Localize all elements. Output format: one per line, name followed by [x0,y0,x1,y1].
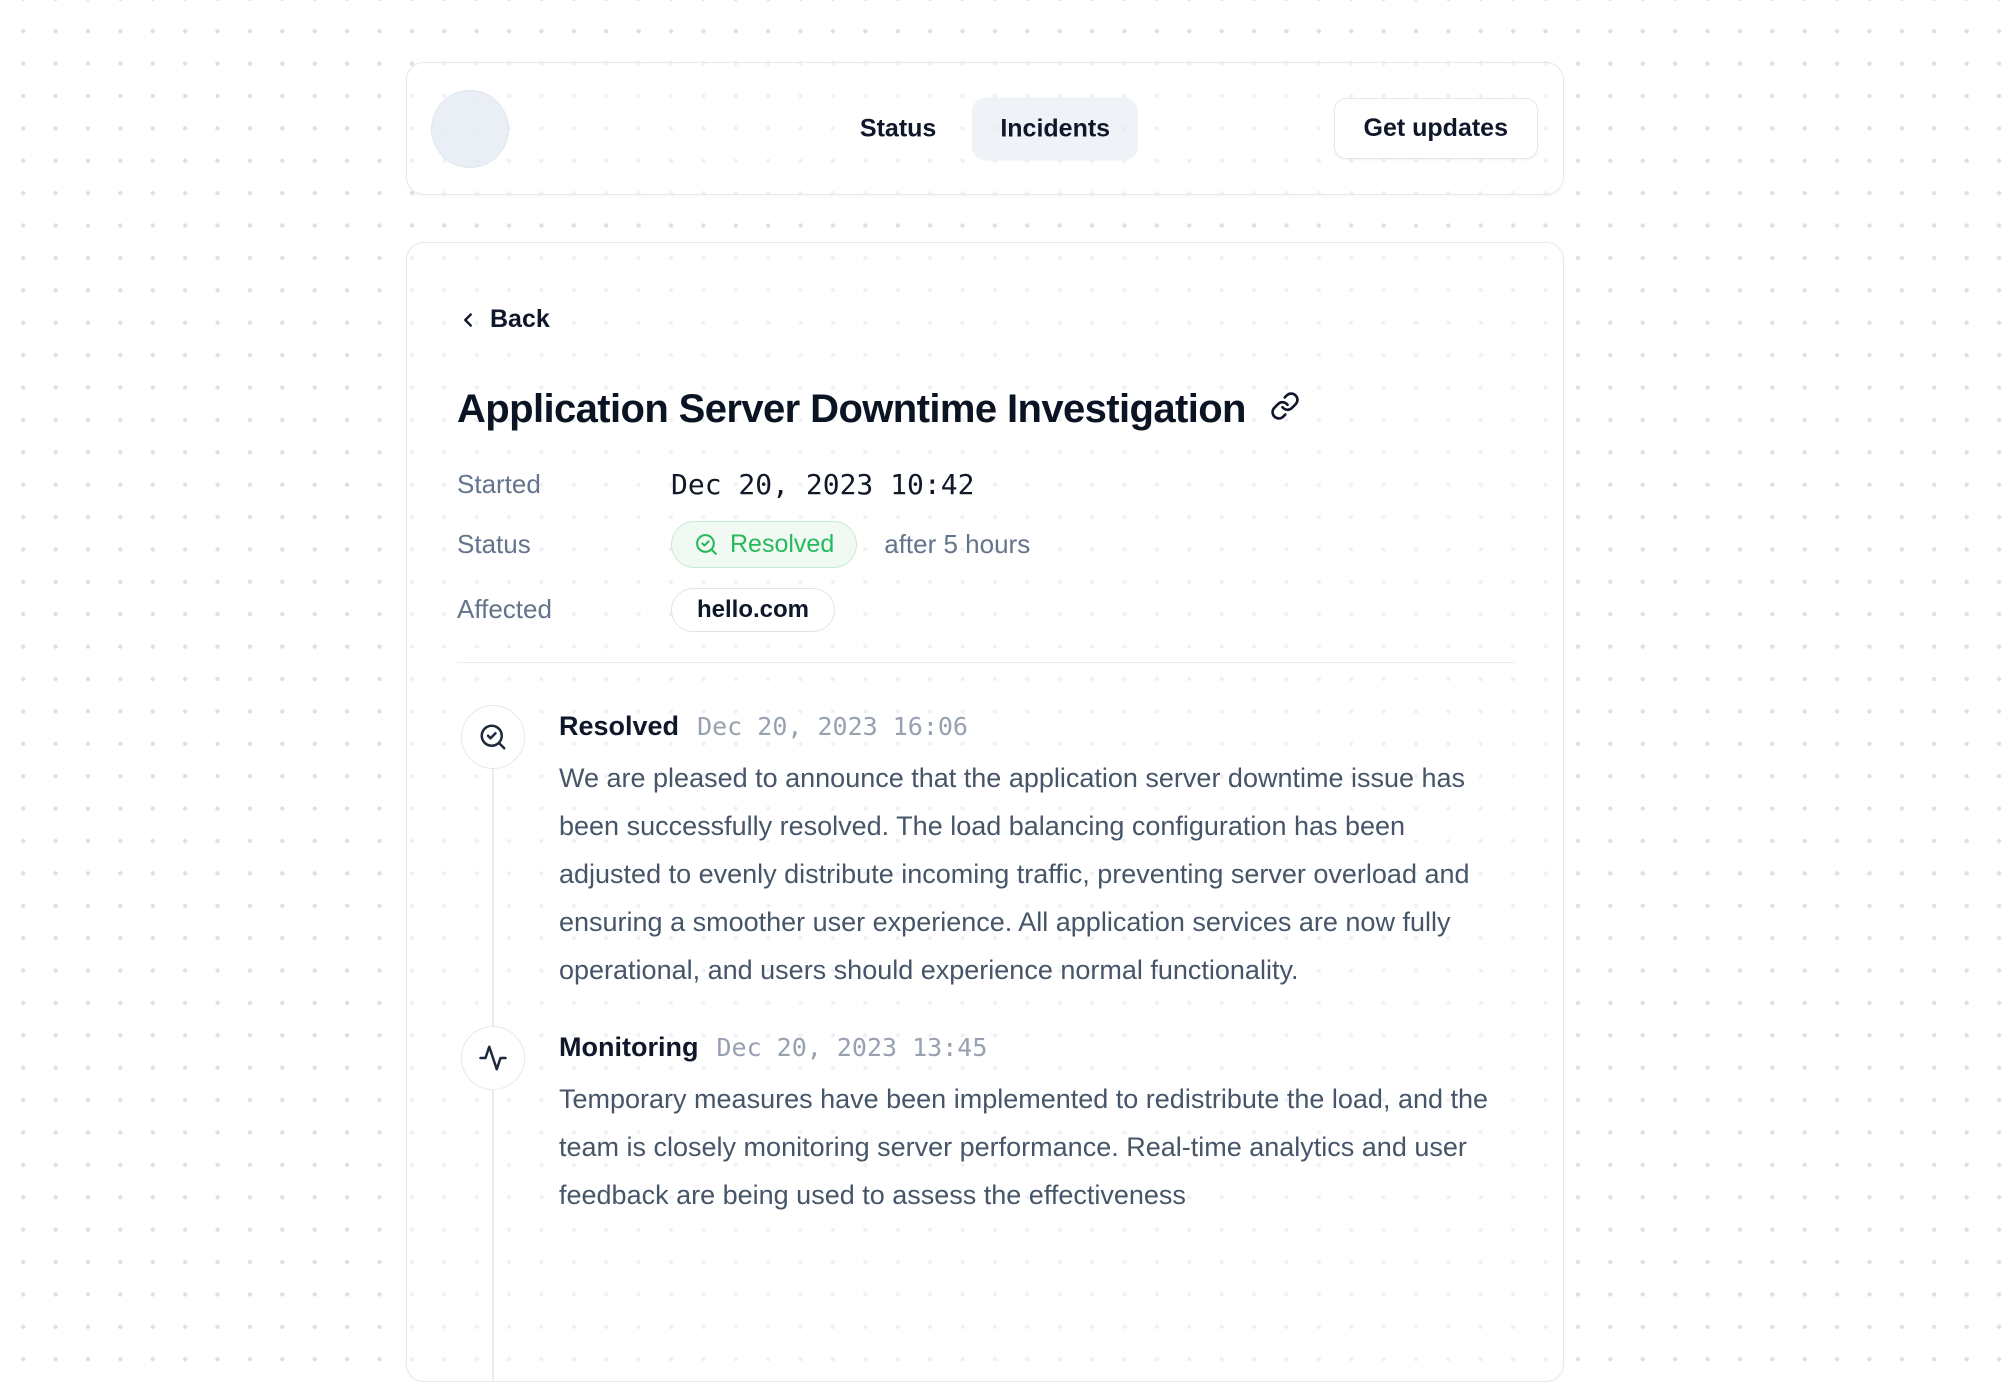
timeline-entry-content: Resolved Dec 20, 2023 16:06 We are pleas… [559,709,1514,994]
status-row: Resolved after 5 hours [671,521,1515,568]
search-check-icon [694,532,719,557]
timeline-entry-content: Monitoring Dec 20, 2023 13:45 Temporary … [559,1030,1514,1219]
entry-timestamp: Dec 20, 2023 13:45 [716,1031,987,1065]
tab-status[interactable]: Status [832,97,964,160]
entry-message: Temporary measures have been implemented… [559,1075,1514,1219]
top-nav-card: Status Incidents Get updates [406,62,1564,195]
nav-tabs: Status Incidents [832,97,1138,160]
status-duration: after 5 hours [884,529,1030,560]
started-label: Started [457,469,671,500]
incident-meta: Started Dec 20, 2023 10:42 Status Resolv… [457,468,1515,632]
incident-timeline: Resolved Dec 20, 2023 16:06 We are pleas… [457,705,1515,1219]
tab-incidents[interactable]: Incidents [972,97,1138,160]
title-row: Application Server Downtime Investigatio… [457,386,1515,432]
entry-message: We are pleased to announce that the appl… [559,754,1514,994]
affected-row: hello.com [671,588,1515,632]
page-column: Status Incidents Get updates Back Applic… [406,62,1564,1382]
search-check-icon [461,705,525,769]
started-value: Dec 20, 2023 10:42 [671,468,1515,501]
entry-status: Resolved [559,709,679,743]
divider [457,662,1515,663]
link-icon[interactable] [1270,391,1300,426]
back-link[interactable]: Back [457,305,550,334]
affected-label: Affected [457,594,671,625]
entry-status: Monitoring [559,1030,698,1064]
affected-chip[interactable]: hello.com [671,588,835,632]
timeline-entry: Monitoring Dec 20, 2023 13:45 Temporary … [457,1026,1515,1219]
timeline-entry: Resolved Dec 20, 2023 16:06 We are pleas… [457,705,1515,994]
incident-card: Back Application Server Downtime Investi… [406,242,1564,1382]
status-badge: Resolved [671,521,857,568]
brand-avatar [431,90,509,168]
status-label: Status [457,529,671,560]
chevron-left-icon [457,309,479,331]
get-updates-button[interactable]: Get updates [1334,98,1538,159]
status-badge-label: Resolved [730,530,834,559]
back-label: Back [490,305,550,334]
activity-icon [461,1026,525,1090]
entry-timestamp: Dec 20, 2023 16:06 [697,710,968,744]
page-title: Application Server Downtime Investigatio… [457,386,1246,432]
